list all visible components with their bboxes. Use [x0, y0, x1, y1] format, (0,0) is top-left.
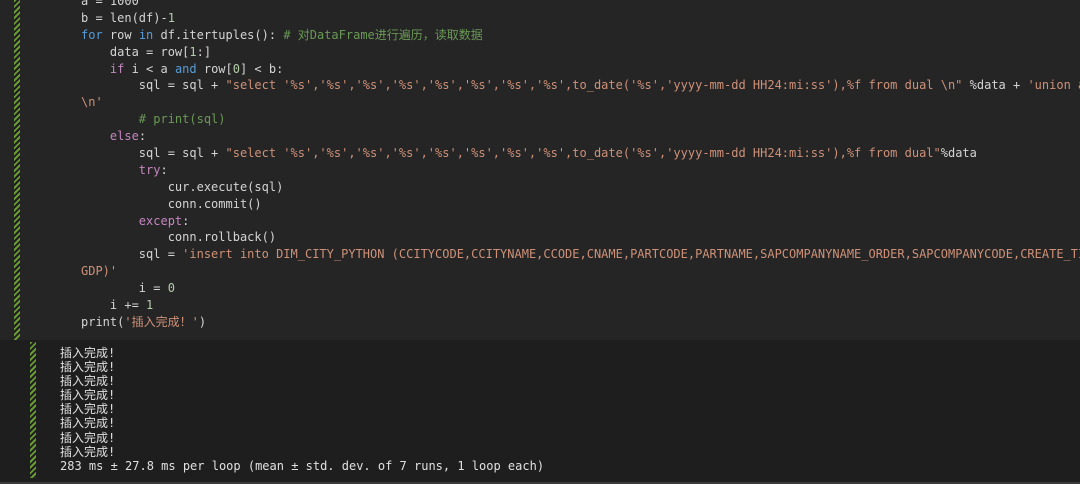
- output-line: 插入完成!: [60, 374, 116, 389]
- code-token: print(: [81, 314, 125, 329]
- code-token: "select '%s','%s','%s','%s','%s','%s','%…: [225, 78, 963, 93]
- code-token: except: [138, 213, 183, 228]
- code-token: for: [81, 27, 103, 42]
- code-token: 0: [167, 281, 175, 296]
- code-token: cur.execute(sql): [81, 179, 284, 194]
- code-line: else:: [81, 128, 1060, 145]
- code-token: # 对DataFrame进行遍历，读取数据: [283, 27, 483, 42]
- code-token: data = row[: [81, 44, 190, 59]
- code-token: ] < b:: [239, 61, 284, 76]
- code-cell-marker: [14, 0, 20, 340]
- code-line: # print(sql): [81, 111, 1060, 128]
- output-line: 插入完成!: [60, 444, 116, 459]
- code-line: conn.commit(): [81, 196, 1060, 213]
- code-token: :: [160, 162, 168, 177]
- code-token: :]: [196, 44, 212, 59]
- output-cell-marker: [30, 342, 36, 478]
- code-token: "select '%s','%s','%s','%s','%s','%s','%…: [225, 146, 941, 161]
- code-line: for row in df.itertuples(): # 对DataFrame…: [81, 27, 1060, 44]
- code-token: row: [102, 27, 139, 42]
- output-text: 插入完成! 插入完成! 插入完成! 插入完成! 插入完成! 插入完成! 插入完成! 插入完成!…: [60, 346, 544, 473]
- code-token: i =: [81, 281, 168, 296]
- code-token: 1: [189, 44, 197, 59]
- code-token: 'union all: [1027, 78, 1080, 93]
- code-editor[interactable]: a = 1000 b = len(df)-1 for row in df.itert…: [81, 0, 1080, 331]
- code-line: i += 1: [81, 297, 1060, 314]
- code-token: i < a: [124, 61, 175, 76]
- code-token: 0: [232, 61, 240, 76]
- output-line: 插入完成!: [60, 360, 116, 375]
- output-line: 插入完成!: [60, 388, 116, 403]
- code-line: try:: [81, 162, 1060, 179]
- code-token: b = len(df)-: [81, 10, 168, 25]
- code-line: print('插入完成！'): [81, 314, 1060, 331]
- code-line: conn.rollback(): [81, 229, 1060, 246]
- code-token: %data: [940, 146, 977, 161]
- code-token: sql = sql +: [81, 146, 226, 161]
- code-line: b = len(df)-1: [81, 10, 1060, 27]
- code-line: sql = sql + "select '%s','%s','%s','%s',…: [81, 77, 1080, 94]
- code-token: # print(sql): [138, 112, 226, 127]
- code-token: a = 1000: [81, 0, 139, 8]
- code-line: sql = 'insert into DIM_CITY_PYTHON (CCIT…: [81, 246, 1080, 263]
- output-line: 283 ms ± 27.8 ms per loop (mean ± std. d…: [60, 458, 545, 473]
- code-token: \n': [81, 95, 103, 110]
- code-token: :: [182, 213, 190, 228]
- code-token: GDP)': [81, 264, 118, 279]
- code-token: sql =: [81, 247, 183, 262]
- code-token: df.itertuples():: [153, 27, 284, 42]
- code-token: 'insert into DIM_CITY_PYTHON (CCITYCODE,…: [182, 247, 1080, 262]
- code-line: GDP)': [81, 263, 1060, 280]
- output-line: 插入完成!: [60, 416, 116, 431]
- code-line: a = 1000: [81, 0, 1060, 10]
- output-line: 插入完成!: [60, 402, 116, 417]
- code-line: data = row[1:]: [81, 44, 1060, 61]
- output-cell: 插入完成! 插入完成! 插入完成! 插入完成! 插入完成! 插入完成! 插入完成! 插入完成!…: [0, 342, 1080, 478]
- code-token: and: [174, 61, 197, 76]
- code-line: if i < a and row[0] < b:: [81, 61, 1060, 78]
- code-token: 1: [146, 298, 154, 313]
- code-token: if: [109, 61, 125, 76]
- code-token: conn.commit(): [81, 196, 262, 211]
- code-token: row[: [196, 61, 233, 76]
- code-token: i +=: [81, 298, 147, 313]
- code-line: cur.execute(sql): [81, 179, 1060, 196]
- code-token: else: [109, 129, 139, 144]
- code-token: 1: [167, 10, 175, 25]
- code-token: try: [138, 162, 161, 177]
- code-token: conn.rollback(): [81, 230, 277, 245]
- output-line: 插入完成!: [60, 346, 116, 360]
- code-line: \n': [81, 94, 1060, 111]
- code-line: sql = sql + "select '%s','%s','%s','%s',…: [81, 145, 1060, 162]
- code-line: i = 0: [81, 280, 1060, 297]
- code-token: :: [138, 129, 147, 144]
- code-cell[interactable]: a = 1000 b = len(df)-1 for row in df.itert…: [0, 0, 1080, 340]
- code-token: sql = sql +: [81, 78, 226, 93]
- code-token: in: [138, 27, 154, 42]
- code-line: except:: [81, 213, 1060, 230]
- code-token: '插入完成！': [124, 314, 199, 329]
- code-token: %data +: [962, 78, 1028, 93]
- code-token: ): [198, 314, 207, 329]
- output-line: 插入完成!: [60, 430, 116, 445]
